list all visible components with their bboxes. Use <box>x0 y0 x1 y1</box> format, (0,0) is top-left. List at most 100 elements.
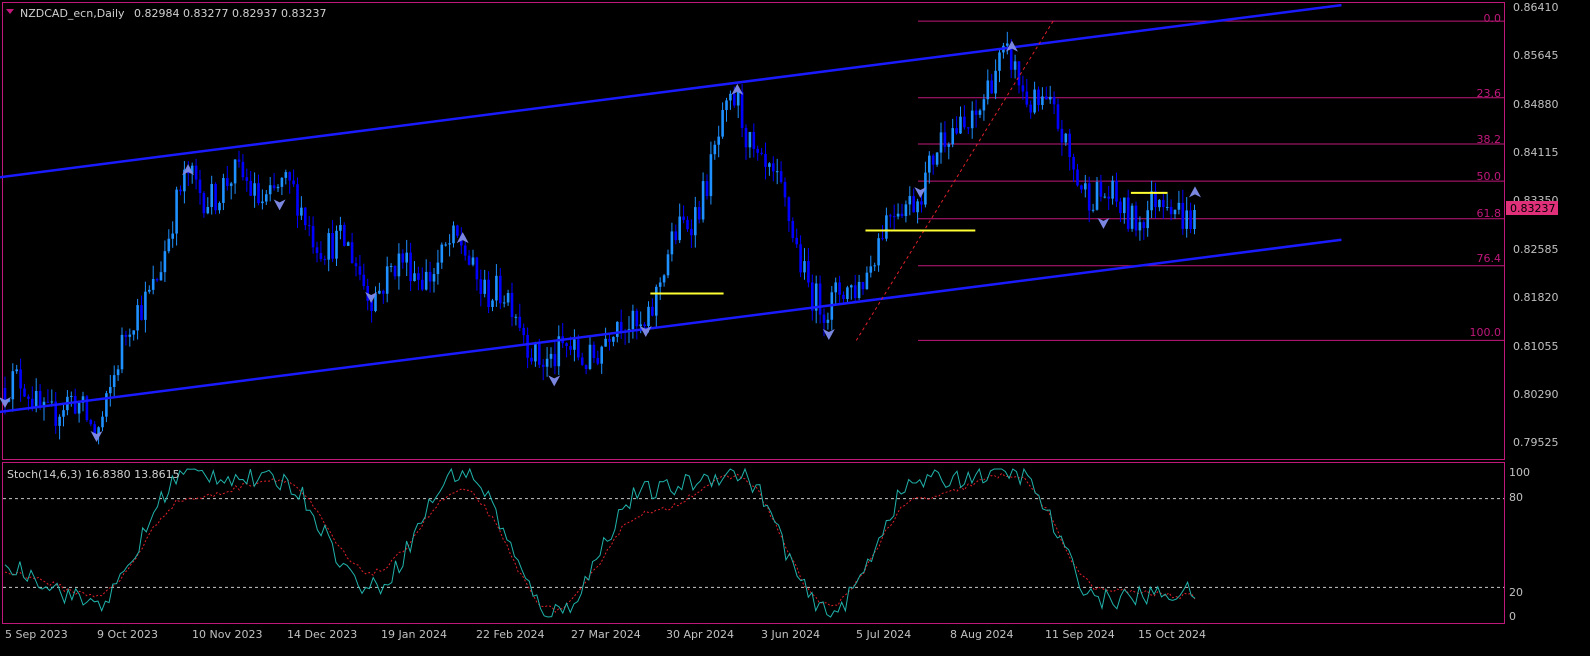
candle-body <box>491 300 494 307</box>
candle-body <box>70 395 73 397</box>
candle-body <box>783 182 787 198</box>
candle-body <box>799 244 802 273</box>
time-tick: 10 Nov 2023 <box>192 628 262 641</box>
candle-body <box>350 242 354 264</box>
candle-body <box>873 265 876 267</box>
candle-body <box>760 152 763 154</box>
candle-body <box>1162 199 1165 208</box>
candle-body <box>1115 180 1118 202</box>
candle-body <box>822 314 826 323</box>
candle-body <box>896 213 900 217</box>
candle-body <box>951 128 954 145</box>
stoch-title: Stoch(14,6,3) 16.8380 13.8615 <box>7 468 180 481</box>
candle-body <box>1041 96 1044 105</box>
candle-body <box>222 178 225 203</box>
candle-body <box>50 401 54 403</box>
candle-body <box>140 305 143 320</box>
candle-body <box>1146 210 1149 229</box>
candle-body <box>772 163 775 172</box>
candle-body <box>27 396 30 399</box>
candle-body <box>1173 209 1177 215</box>
candle-body <box>1150 191 1153 211</box>
candle-body <box>1072 156 1075 170</box>
candle-body <box>889 215 892 217</box>
symbol-label: NZDCAD_ecn,Daily <box>20 7 125 20</box>
ohlc-label: 0.82984 0.83277 0.82937 0.83237 <box>134 7 326 20</box>
chart-canvas: NZDCAD_ecn,Daily 0.82984 0.83277 0.82937… <box>0 0 1590 656</box>
candle-body <box>233 159 237 184</box>
candle-body <box>978 110 982 115</box>
price-tick: 0.85645 <box>1513 49 1559 62</box>
candle-body <box>779 171 783 183</box>
candle-body <box>998 52 1001 71</box>
candle-body <box>253 183 256 196</box>
candle-body <box>838 282 841 295</box>
candle-body <box>538 342 541 365</box>
time-tick: 30 Apr 2024 <box>666 628 734 641</box>
candle-body <box>1025 91 1029 105</box>
candle-body <box>249 180 252 196</box>
candle-body <box>315 247 319 254</box>
time-tick: 9 Oct 2023 <box>97 628 158 641</box>
fib-label-100: 100.0 <box>1470 326 1502 339</box>
price-tick: 0.80290 <box>1513 388 1559 401</box>
candle-body <box>959 116 962 134</box>
candle-body <box>409 252 412 282</box>
candle-body <box>327 233 330 260</box>
candle-body <box>1165 207 1169 209</box>
candle-body <box>577 339 580 358</box>
candle-body <box>748 131 752 148</box>
candle-body <box>717 136 720 145</box>
candle-body <box>1091 209 1095 211</box>
candle-body <box>662 275 666 283</box>
candle-body <box>362 274 366 287</box>
candle-body <box>421 279 424 290</box>
candle-body <box>257 183 260 204</box>
candle-body <box>1080 185 1083 190</box>
candle-body <box>378 290 381 294</box>
candle-body <box>541 364 545 367</box>
candle-body <box>990 80 993 94</box>
candle-body <box>631 310 635 330</box>
candle-body <box>795 237 798 245</box>
candle-body <box>1169 207 1173 215</box>
candle-body <box>436 262 440 275</box>
candle-body <box>159 272 163 281</box>
current-price-label: 0.83237 <box>1510 202 1556 215</box>
candle-body <box>58 416 61 426</box>
candle-body <box>857 281 861 298</box>
candle-body <box>307 225 311 227</box>
candle-body <box>1138 222 1142 231</box>
time-tick: 14 Dec 2023 <box>287 628 357 641</box>
candle-body <box>1095 181 1099 210</box>
candle-body <box>666 254 670 276</box>
candle-body <box>272 185 276 189</box>
candle-body <box>499 275 502 304</box>
candle-body <box>335 230 338 259</box>
candle-body <box>736 92 740 106</box>
time-tick: 11 Sep 2024 <box>1045 628 1115 641</box>
candle-body <box>616 321 619 337</box>
candle-body <box>678 216 681 241</box>
candle-body <box>151 278 155 290</box>
chart: NZDCAD_ecn,Daily 0.82984 0.83277 0.82937… <box>0 0 1590 656</box>
candle-body <box>592 344 596 358</box>
candle-body <box>296 184 299 216</box>
candle-body <box>218 202 221 211</box>
candle-body <box>38 390 42 408</box>
candle-body <box>522 327 525 336</box>
candle-body <box>241 161 245 178</box>
candle-body <box>725 100 728 110</box>
price-tick: 0.86410 <box>1513 1 1559 14</box>
candle-body <box>674 231 678 241</box>
time-tick: 19 Jan 2024 <box>381 628 447 641</box>
price-tick: 0.81055 <box>1513 340 1559 353</box>
candle-body <box>565 343 568 346</box>
candle-body <box>530 357 533 362</box>
candle-body <box>655 286 658 316</box>
price-tick: 0.84115 <box>1513 146 1559 159</box>
candle-body <box>116 369 120 376</box>
candle-body <box>1068 133 1071 157</box>
candle-body <box>120 334 124 370</box>
stoch-tick-100: 100 <box>1509 466 1530 479</box>
